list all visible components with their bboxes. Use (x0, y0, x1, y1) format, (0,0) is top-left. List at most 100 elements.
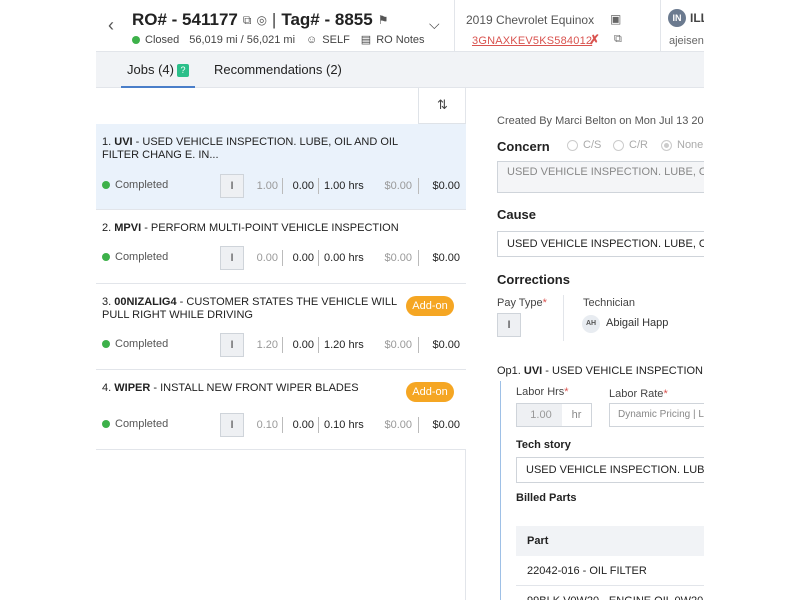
copy-vin-icon[interactable]: ⧉ (614, 33, 622, 46)
labor-hrs-label-text: Labor Hrs (516, 386, 565, 398)
back-icon[interactable]: ‹ (104, 15, 118, 36)
vin-invalid-icon: ✗ (589, 32, 600, 47)
pay-type-box[interactable]: I (220, 413, 244, 437)
pay-type-select[interactable]: I (497, 313, 521, 337)
chat-icon[interactable]: ◎ (256, 13, 266, 27)
job-title: 3. 00NIZALIG4 - CUSTOMER STATES THE VEHI… (102, 296, 402, 322)
customer-type: SELF (322, 33, 350, 46)
tech-story-field[interactable]: USED VEHICLE INSPECTION. LUBE, C (516, 457, 704, 483)
labor-rate-select[interactable]: Dynamic Pricing | L (609, 403, 704, 427)
labor-hrs-label: Labor Hrs* (516, 386, 569, 398)
parts-table-header: Part (516, 526, 704, 556)
labor-hours: 0.10 hrs (324, 419, 364, 431)
labor-hours: 1.00 hrs (324, 180, 364, 192)
tab-bar: Jobs (4)? Recommendations (2) (96, 52, 704, 88)
job-list-panel: ⇅ 1. UVI - USED VEHICLE INSPECTION. LUBE… (96, 88, 466, 600)
chevron-down-icon[interactable]: ⌵ (429, 16, 440, 33)
list-price: $0.00 (384, 339, 412, 351)
mileage: 56,019 mi / 56,021 mi (189, 33, 296, 46)
app-window: ‹ RO# - 541177 ⧉ ◎ | Tag# - 8855 ⚑ Close… (96, 0, 704, 600)
divider (318, 337, 319, 353)
vehicle-info-icon[interactable]: ▣ (610, 12, 621, 26)
ro-title-line: RO# - 541177 ⧉ ◎ | Tag# - 8855 ⚑ (132, 10, 388, 30)
job-code: MPVI (114, 222, 142, 234)
divider (318, 250, 319, 266)
user-avatar[interactable]: IN (668, 9, 686, 27)
created-by-text: Created By Marci Belton on Mon Jul 13 20… (497, 115, 704, 127)
table-row[interactable]: 22042-016 - OIL FILTER (516, 556, 704, 586)
concern-option-cs[interactable]: C/S (567, 139, 601, 151)
pay-type-label-text: Pay Type (497, 297, 543, 309)
operation-guide-line (500, 381, 501, 600)
sort-icon[interactable]: ⇅ (418, 88, 466, 124)
status-dot-icon (102, 181, 110, 189)
pay-type-box[interactable]: I (220, 246, 244, 270)
sold-hours: 0.10 (256, 419, 278, 431)
op-code: UVI (523, 365, 543, 377)
divider (563, 295, 564, 341)
job-title: 2. MPVI - PERFORM MULTI-POINT VEHICLE IN… (102, 222, 402, 235)
actual-hours: 0.00 (292, 419, 314, 431)
job-code: UVI (114, 136, 133, 148)
divider (454, 0, 455, 52)
ro-header: ‹ RO# - 541177 ⧉ ◎ | Tag# - 8855 ⚑ Close… (96, 0, 704, 52)
list-price: $0.00 (384, 419, 412, 431)
job-status: Completed (102, 418, 168, 430)
user-short-name: ILL (690, 11, 704, 25)
actual-hours: 0.00 (292, 180, 314, 192)
addon-badge: Add-on (406, 382, 454, 402)
job-row[interactable]: 2. MPVI - PERFORM MULTI-POINT VEHICLE IN… (96, 210, 466, 284)
status-dot-icon (102, 253, 110, 261)
job-status-text: Completed (115, 418, 169, 430)
pay-type-box[interactable]: I (220, 333, 244, 357)
job-row[interactable]: 1. UVI - USED VEHICLE INSPECTION. LUBE, … (96, 124, 466, 210)
tab-jobs[interactable]: Jobs (4)? (121, 52, 195, 88)
sold-hours: 1.20 (256, 339, 278, 351)
table-row[interactable]: 99BLK V0W20 - ENGINE OIL 0W20 E (516, 586, 704, 600)
billed-parts-label: Billed Parts (516, 492, 577, 504)
job-index: 4. (102, 382, 112, 394)
status-dot-icon (102, 340, 110, 348)
concern-heading: Concern (497, 139, 550, 154)
actual-hours: 0.00 (292, 252, 314, 264)
job-status-text: Completed (115, 179, 169, 191)
job-status: Completed (102, 251, 168, 263)
flag-icon[interactable]: ⚑ (378, 13, 389, 27)
concern-option-cr[interactable]: C/R (613, 139, 648, 151)
cause-heading: Cause (497, 207, 537, 222)
ro-subinfo: Closed 56,019 mi / 56,021 mi ☺ SELF ▤ RO… (132, 33, 425, 46)
ro-notes-link[interactable]: RO Notes (376, 34, 424, 46)
cause-field[interactable]: USED VEHICLE INSPECTION. LUBE, OIL AN (497, 231, 704, 257)
ro-status: Closed (145, 33, 180, 46)
ro-number: RO# - 541177 (132, 10, 238, 29)
pay-type-box[interactable]: I (220, 174, 244, 198)
job-title: 4. WIPER - INSTALL NEW FRONT WIPER BLADE… (102, 382, 402, 395)
job-status-text: Completed (115, 251, 169, 263)
job-stats: Completed I 0.10 0.00 0.10 hrs $0.00 $0.… (102, 413, 460, 437)
job-row[interactable]: 4. WIPER - INSTALL NEW FRONT WIPER BLADE… (96, 370, 466, 450)
job-total: $0.00 (432, 339, 460, 351)
op-prefix: Op1. (497, 365, 524, 377)
actual-hours: 0.00 (292, 339, 314, 351)
job-row[interactable]: 3. 00NIZALIG4 - CUSTOMER STATES THE VEHI… (96, 284, 466, 370)
tab-jobs-label: Jobs (4) (127, 62, 174, 77)
job-list-toolbar: ⇅ (96, 88, 466, 124)
vehicle-name: 2019 Chevrolet Equinox (466, 13, 595, 27)
tab-recommendations[interactable]: Recommendations (2) (214, 52, 342, 88)
required-marker: * (542, 297, 547, 309)
job-status-text: Completed (115, 338, 169, 350)
labor-hrs-input[interactable]: 1.00 (516, 403, 566, 427)
copy-icon[interactable]: ⧉ (243, 13, 252, 28)
radio-icon (613, 139, 624, 151)
required-marker: * (663, 388, 668, 400)
labor-hours: 1.20 hrs (324, 339, 364, 351)
job-stats: Completed I 1.00 0.00 1.00 hrs $0.00 $0.… (102, 174, 460, 198)
concern-option-none[interactable]: None (661, 139, 703, 151)
tech-story-label: Tech story (516, 439, 571, 451)
sold-hours: 0.00 (256, 252, 278, 264)
op-description: - USED VEHICLE INSPECTION. . (542, 365, 704, 377)
job-description: - USED VEHICLE INSPECTION. LUBE, OIL AND… (102, 136, 398, 161)
vin-link[interactable]: 3GNAXKEV5KS584012 (472, 35, 592, 47)
option-label: None (677, 139, 704, 151)
concern-field[interactable]: USED VEHICLE INSPECTION. LUBE, OIL A (497, 161, 704, 193)
